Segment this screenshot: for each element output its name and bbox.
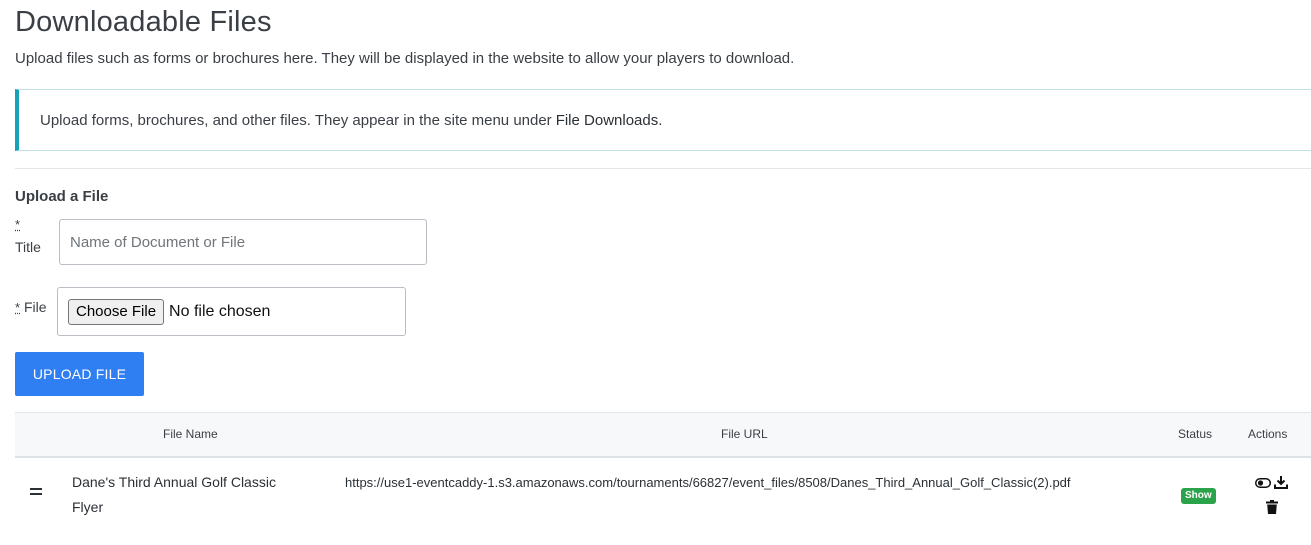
delete-icon[interactable] (1266, 500, 1278, 517)
table-row: Dane's Third Annual Golf Classic Flyer h… (15, 457, 1311, 545)
column-header-file-name[interactable]: File Name (163, 427, 218, 441)
upload-section-title: Upload a File (15, 188, 109, 205)
column-header-actions: Actions (1248, 427, 1288, 441)
page-title: Downloadable Files (15, 6, 272, 38)
info-alert: Upload forms, brochures, and other files… (15, 89, 1311, 151)
file-url-text: https://use1-eventcaddy-1.s3.amazonaws.c… (345, 475, 1071, 490)
status-badge: Show (1181, 488, 1216, 504)
file-name-cell: Dane's Third Annual Golf Classic Flyer (72, 474, 276, 515)
download-icon[interactable] (1274, 475, 1288, 492)
column-header-file-url[interactable]: File URL (721, 427, 768, 441)
file-url-cell: https://use1-eventcaddy-1.s3.amazonaws.c… (345, 470, 1105, 495)
section-divider (15, 168, 1311, 169)
table-header: File Name File URL Status Actions (15, 412, 1311, 458)
page-subtitle: Upload files such as forms or brochures … (15, 50, 795, 67)
title-label-text: Title (15, 239, 41, 255)
column-header-status[interactable]: Status (1178, 427, 1212, 441)
info-highlight: File Downloads. (555, 111, 663, 129)
file-label: * File (15, 299, 47, 315)
choose-file-button[interactable]: Choose File (68, 298, 165, 325)
required-mark: * (15, 300, 21, 315)
toggle-visibility-icon[interactable] (1255, 476, 1271, 492)
file-input[interactable]: Choose File No file chosen (57, 287, 406, 336)
drag-handle-icon[interactable] (30, 488, 42, 498)
upload-file-button[interactable]: UPLOAD FILE (15, 352, 144, 396)
file-label-text: File (23, 299, 47, 315)
info-text: Upload forms, brochures, and other files… (40, 111, 552, 129)
title-label: * Title (15, 217, 41, 255)
required-mark: * (15, 217, 21, 232)
title-input[interactable] (59, 219, 427, 265)
no-file-text: No file chosen (169, 302, 271, 320)
